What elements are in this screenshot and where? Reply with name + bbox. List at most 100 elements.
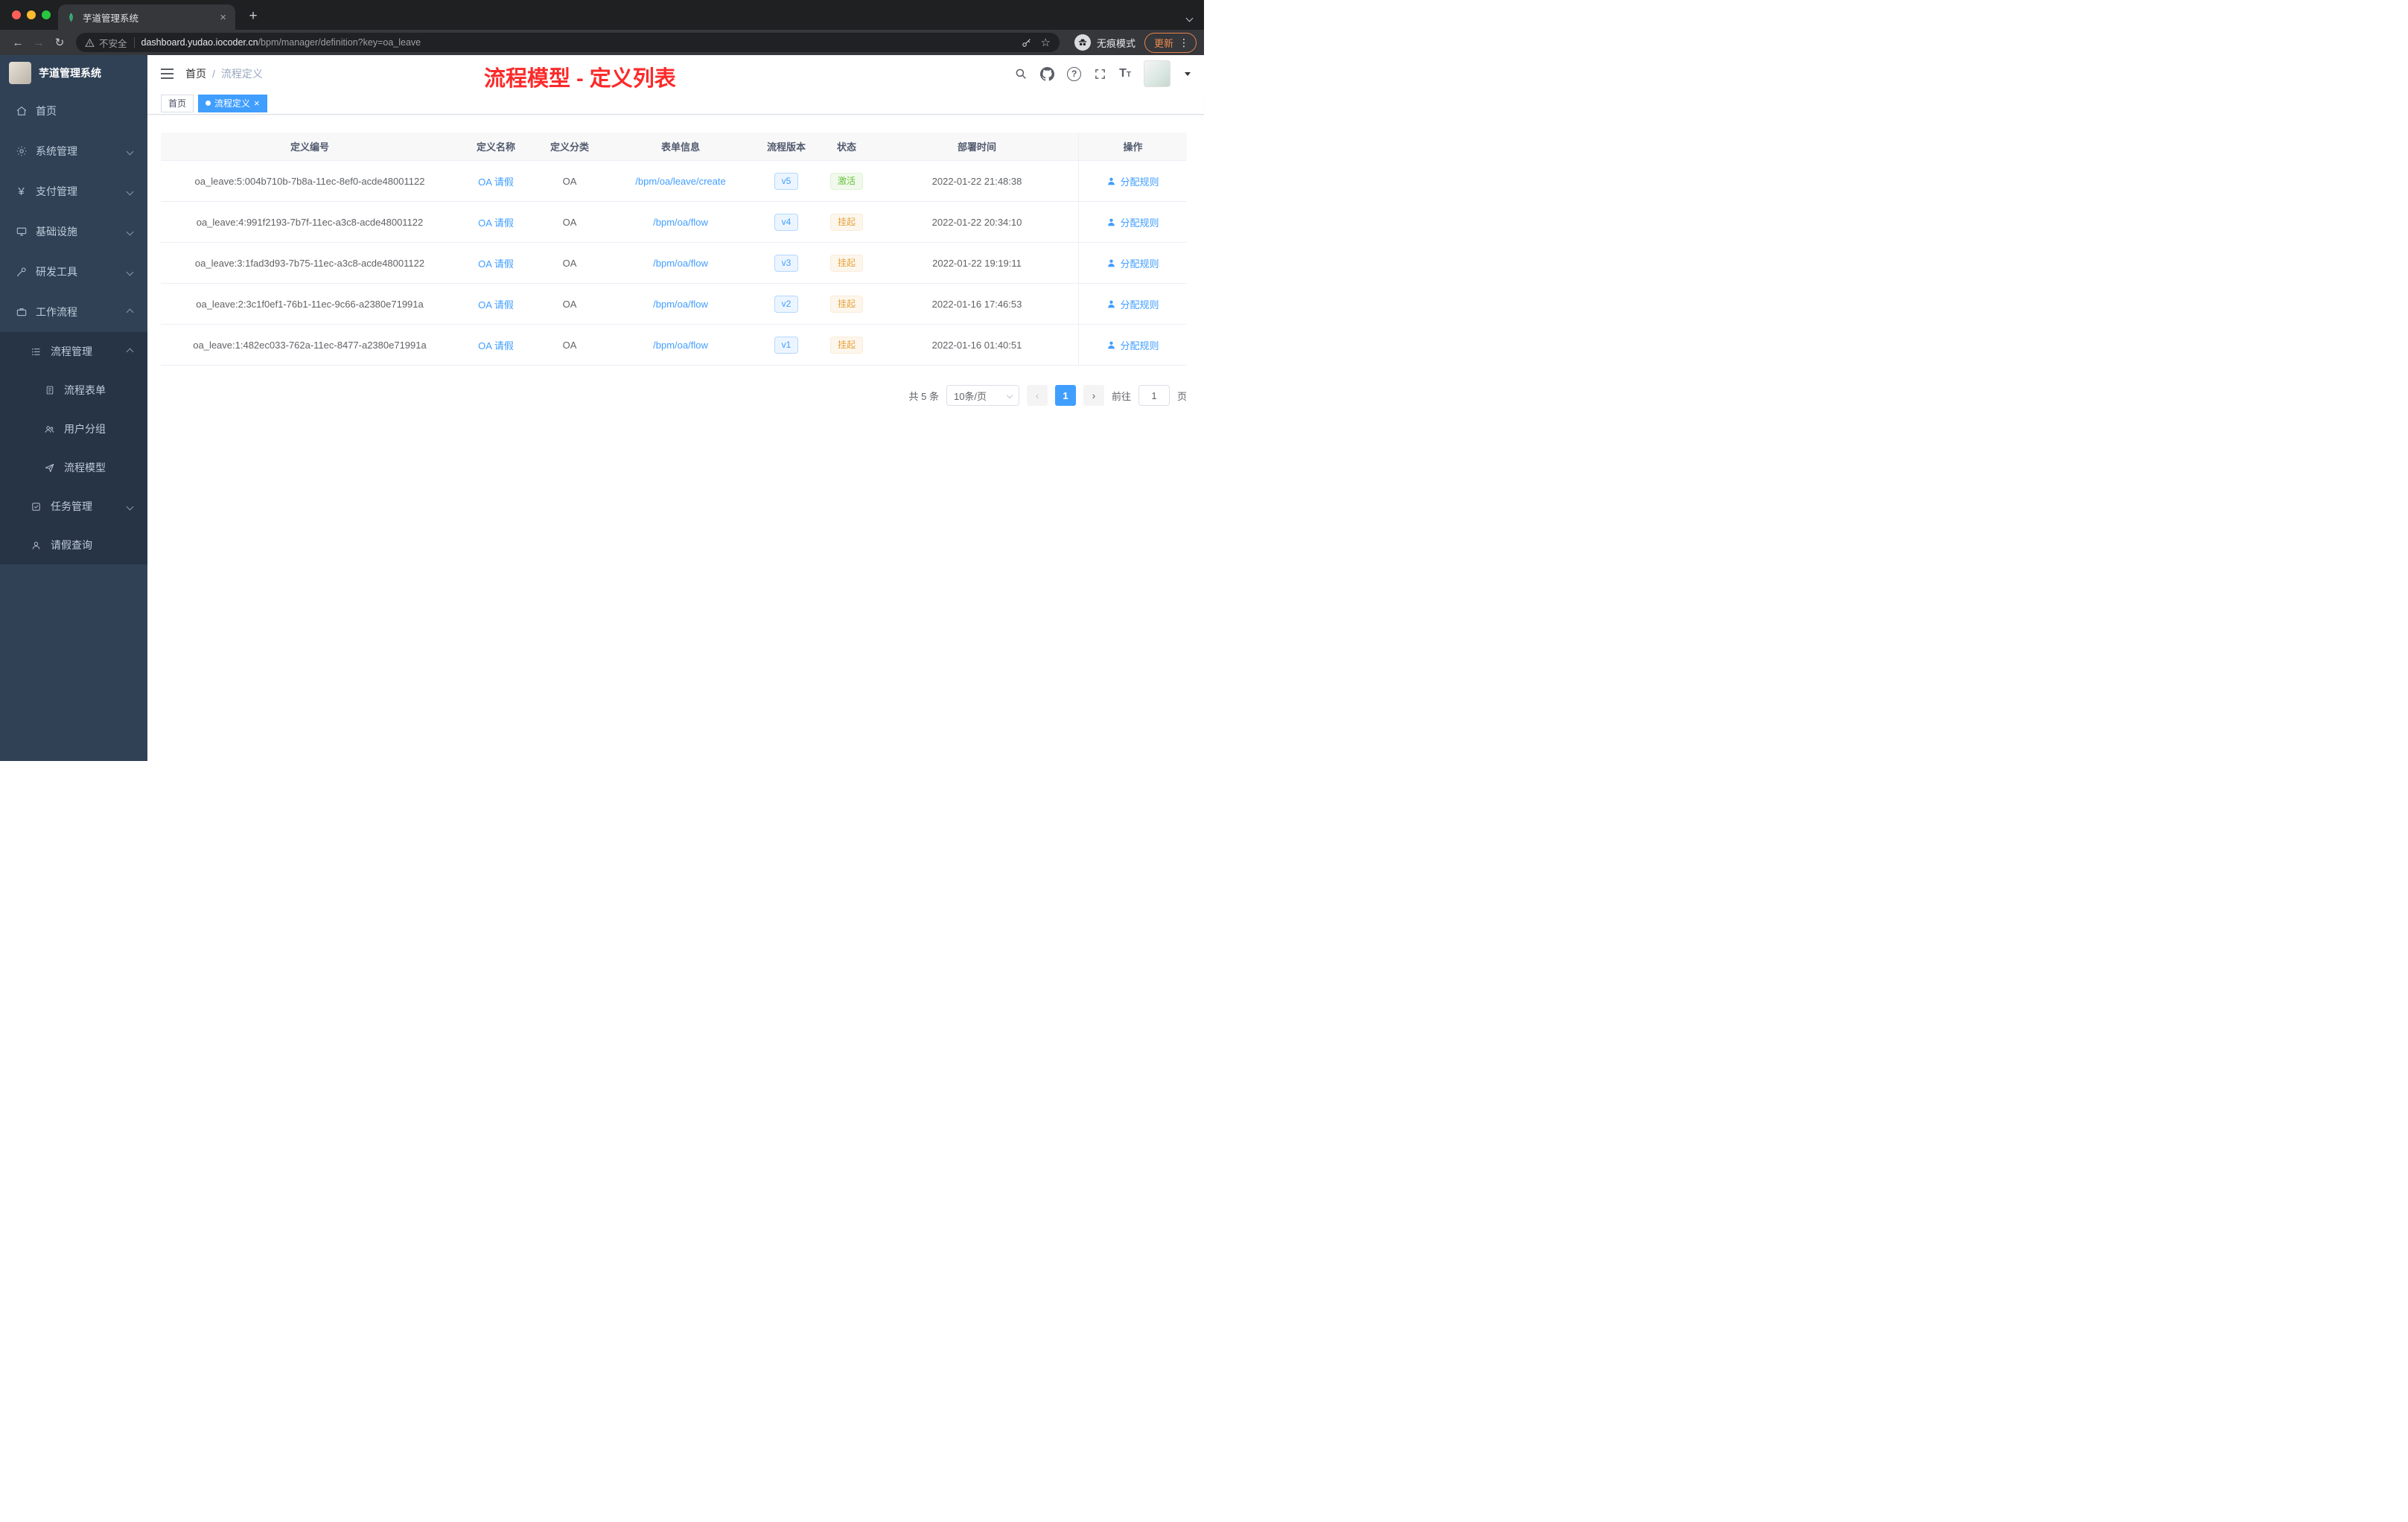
tag-close-icon[interactable]: ×	[254, 98, 260, 108]
assign-rule-label: 分配规则	[1120, 217, 1159, 229]
help-icon[interactable]: ?	[1067, 66, 1082, 81]
sidebar-item-devtools[interactable]: 研发工具	[0, 252, 147, 292]
assign-rule-label: 分配规则	[1120, 258, 1159, 270]
incognito-label: 无痕模式	[1096, 37, 1135, 49]
document-icon	[43, 385, 56, 395]
assign-rule-link[interactable]: 分配规则	[1106, 338, 1159, 352]
sidebar-item-system[interactable]: 系统管理	[0, 131, 147, 171]
chevron-up-icon	[126, 348, 134, 355]
sidebar-item-process-management[interactable]: 流程管理	[0, 332, 147, 371]
assign-rule-link[interactable]: 分配规则	[1106, 297, 1159, 311]
address-bar[interactable]: 不安全 dashboard.yudao.iocoder.cn /bpm/mana…	[76, 33, 1060, 52]
breadcrumb-home[interactable]: 首页	[185, 66, 206, 81]
page-size-label: 10条/页	[953, 390, 987, 402]
update-label: 更新	[1153, 37, 1173, 49]
tag-process-definition[interactable]: 流程定义 ×	[198, 94, 267, 112]
breadcrumb-current: 流程定义	[220, 68, 263, 80]
sidebar-item-process-model[interactable]: 流程模型	[0, 448, 147, 487]
reload-button[interactable]: ↻	[49, 32, 70, 53]
tab-search-icon[interactable]	[1185, 14, 1194, 22]
maximize-window-button[interactable]	[42, 10, 51, 19]
definition-name-link[interactable]: OA 请假	[478, 338, 514, 352]
sidebar-toggle-icon[interactable]	[161, 69, 173, 79]
form-info-link[interactable]: /bpm/oa/flow	[653, 340, 708, 351]
col-header-category: 定义分类	[550, 141, 589, 153]
definition-name-link[interactable]: OA 请假	[478, 174, 514, 188]
goto-prefix: 前往	[1111, 390, 1131, 402]
home-icon	[15, 105, 28, 117]
close-window-button[interactable]	[12, 10, 21, 19]
update-button[interactable]: 更新 ⋮	[1144, 32, 1197, 53]
bookmark-star-icon[interactable]: ☆	[1041, 36, 1051, 49]
form-info-link[interactable]: /bpm/oa/leave/create	[635, 176, 725, 187]
sidebar-item-user-group[interactable]: 用户分组	[0, 410, 147, 448]
avatar-caret-icon[interactable]	[1185, 71, 1191, 76]
user-icon	[30, 540, 42, 551]
definition-name-link[interactable]: OA 请假	[478, 256, 514, 270]
sidebar-item-payment[interactable]: ¥ 支付管理	[0, 171, 147, 211]
password-key-icon[interactable]	[1021, 37, 1032, 48]
assign-rule-label: 分配规则	[1120, 299, 1159, 311]
table-row: oa_leave:3:1fad3d93-7b75-11ec-a3c8-acde4…	[161, 243, 1187, 284]
current-page-button[interactable]: 1	[1054, 385, 1076, 406]
assign-rule-link[interactable]: 分配规则	[1106, 256, 1159, 270]
browser-toolbar: ← → ↻ 不安全 dashboard.yudao.iocoder.cn /bp…	[0, 30, 1204, 55]
paper-plane-icon	[43, 462, 56, 474]
workflow-submenu: 流程管理 流程表单 用户分组 流程模型 任务管理 请假查询	[0, 332, 147, 564]
sidebar-item-label: 基础设施	[36, 226, 77, 238]
sidebar-item-process-form[interactable]: 流程表单	[0, 371, 147, 410]
tag-home[interactable]: 首页	[161, 94, 194, 112]
pagination-total: 共 5 条	[908, 390, 939, 402]
goto-page-input[interactable]	[1138, 385, 1170, 406]
new-tab-button[interactable]: +	[244, 7, 262, 25]
next-page-button[interactable]: ›	[1083, 385, 1104, 406]
sidebar-item-label: 研发工具	[36, 266, 77, 278]
form-info-link[interactable]: /bpm/oa/flow	[653, 299, 708, 310]
tab-close-icon[interactable]: ×	[218, 12, 228, 23]
col-header-name: 定义名称	[476, 141, 515, 153]
tags-bar: 首页 流程定义 ×	[147, 92, 1204, 115]
font-size-icon[interactable]: TT	[1119, 67, 1131, 80]
security-label: 不安全	[99, 38, 127, 49]
sidebar-item-workflow[interactable]: 工作流程	[0, 292, 147, 332]
search-icon[interactable]	[1014, 67, 1028, 80]
tab-strip: 芋道管理系统 × +	[0, 0, 1204, 30]
sidebar-item-home[interactable]: 首页	[0, 91, 147, 131]
definition-id: oa_leave:5:004b710b-7b8a-11ec-8ef0-acde4…	[194, 175, 425, 187]
assign-rule-link[interactable]: 分配规则	[1106, 174, 1159, 188]
person-icon	[1108, 300, 1115, 308]
page-size-select[interactable]: 10条/页	[946, 385, 1019, 406]
minimize-window-button[interactable]	[27, 10, 36, 19]
table-body: oa_leave:5:004b710b-7b8a-11ec-8ef0-acde4…	[161, 161, 1187, 366]
definition-category: OA	[562, 339, 577, 351]
sidebar-item-label: 流程表单	[64, 384, 106, 396]
definition-id: oa_leave:2:3c1f0ef1-76b1-11ec-9c66-a2380…	[196, 298, 424, 310]
briefcase-icon	[15, 306, 28, 318]
sidebar-item-label: 系统管理	[36, 145, 77, 157]
browser-menu-icon[interactable]: ⋮	[1179, 36, 1189, 49]
form-info-link[interactable]: /bpm/oa/flow	[653, 258, 708, 269]
sidebar-item-leave-query[interactable]: 请假查询	[0, 526, 147, 564]
sidebar-item-infrastructure[interactable]: 基础设施	[0, 211, 147, 252]
definition-name-link[interactable]: OA 请假	[478, 297, 514, 311]
tools-icon	[15, 266, 28, 278]
prev-page-button[interactable]: ‹	[1026, 385, 1048, 406]
definition-category: OA	[562, 257, 577, 269]
person-icon	[1108, 341, 1115, 348]
form-info-link[interactable]: /bpm/oa/flow	[653, 217, 708, 228]
browser-tab[interactable]: 芋道管理系统 ×	[58, 4, 235, 30]
sidebar-item-task-management[interactable]: 任务管理	[0, 487, 147, 526]
assign-rule-link[interactable]: 分配规则	[1106, 215, 1159, 229]
github-icon[interactable]	[1040, 66, 1055, 81]
forward-button[interactable]: →	[28, 32, 49, 53]
definition-name-link[interactable]: OA 请假	[478, 215, 514, 229]
user-avatar[interactable]	[1144, 60, 1170, 87]
chevron-down-icon	[126, 228, 134, 235]
fullscreen-icon[interactable]	[1094, 68, 1106, 80]
definition-id: oa_leave:4:991f2193-7b7f-11ec-a3c8-acde4…	[196, 216, 424, 228]
back-button[interactable]: ←	[7, 32, 28, 53]
monitor-icon	[15, 226, 28, 238]
deploy-time: 2022-01-22 21:48:38	[931, 175, 1022, 187]
chevron-down-icon	[126, 147, 134, 155]
content-area: 定义编号 定义名称 定义分类 表单信息 流程版本 状态 部署时间 操作 oa_l…	[147, 115, 1204, 761]
